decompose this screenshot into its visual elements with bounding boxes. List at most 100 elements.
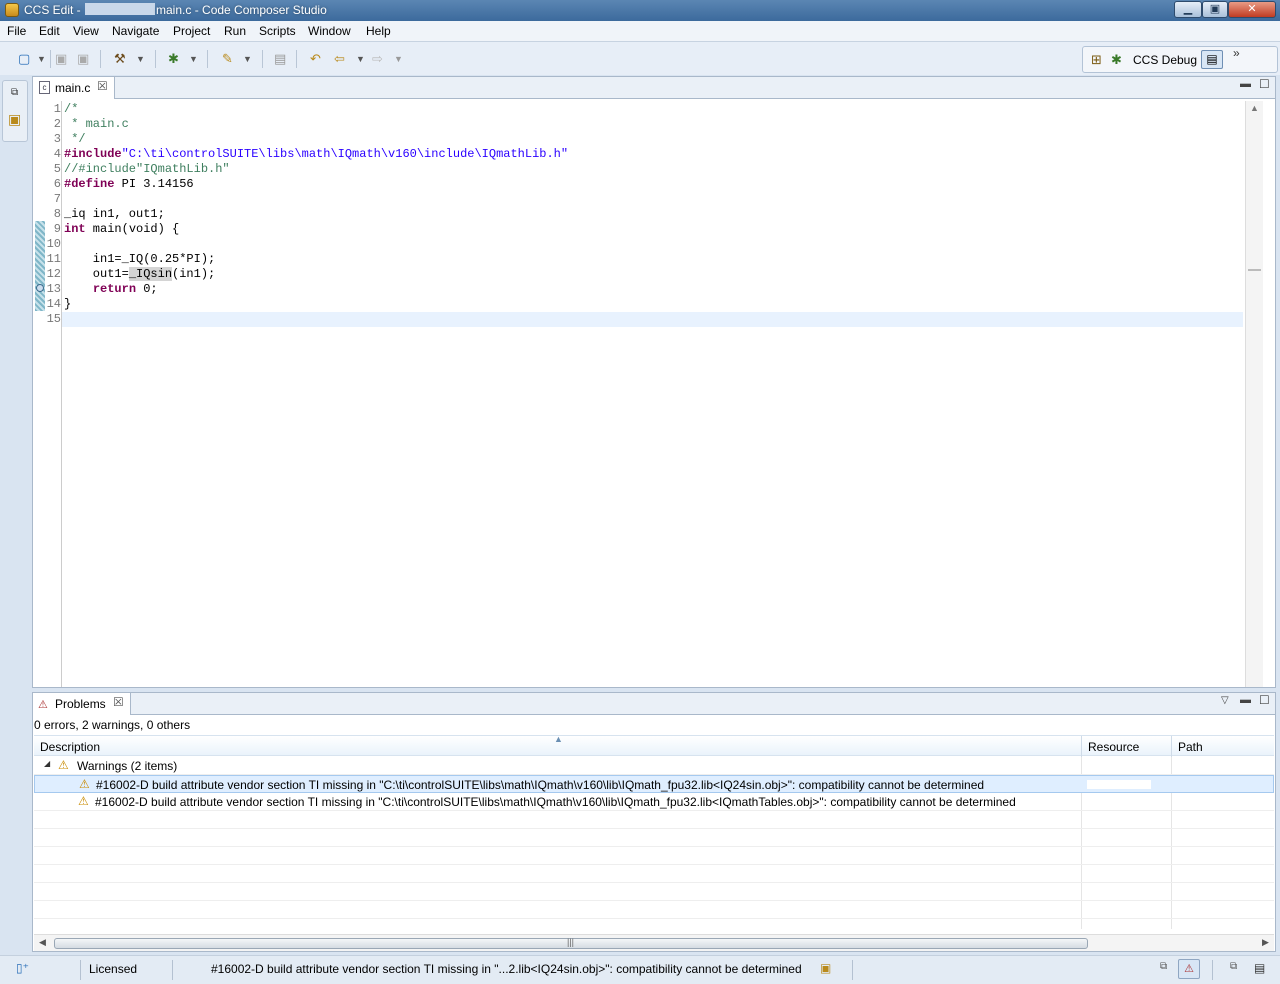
view-menu-icon[interactable]: ▽ bbox=[1221, 695, 1229, 706]
menu-scripts[interactable]: Scripts bbox=[259, 24, 296, 38]
column-divider[interactable] bbox=[1171, 736, 1172, 757]
restore-view-icon[interactable]: ⧉ bbox=[1160, 961, 1167, 972]
toggle-icon[interactable]: ▤ bbox=[274, 50, 286, 68]
code-token: out1= bbox=[64, 267, 129, 281]
problems-fast-view-icon[interactable]: ⚠ bbox=[1178, 959, 1200, 979]
problem-row[interactable]: ⚠ #16002-D build attribute vendor sectio… bbox=[34, 793, 1274, 811]
close-tab-icon[interactable]: ☒ bbox=[113, 695, 124, 709]
code-token: 0; bbox=[136, 282, 158, 296]
line-number: 15 bbox=[46, 312, 61, 326]
tab-problems[interactable]: ⚠ Problems ☒ bbox=[33, 693, 131, 715]
menu-project[interactable]: Project bbox=[173, 24, 210, 38]
toolbar-separator bbox=[207, 50, 208, 68]
collapse-triangle-icon[interactable]: ◢ bbox=[44, 759, 50, 768]
code-token: PI 3.14156 bbox=[114, 177, 194, 191]
forward-arrow-icon[interactable]: ⇨ bbox=[372, 50, 383, 68]
column-description[interactable]: Description bbox=[40, 740, 100, 754]
ccs-edit-perspective-icon[interactable]: ▤ bbox=[1201, 50, 1223, 69]
line-number-gutter: 1 2 3 4 5 6 7 8 9 10 11 12 13 14 15 bbox=[45, 101, 62, 687]
project-explorer-icon[interactable]: ▣ bbox=[8, 111, 21, 128]
more-perspectives-icon[interactable]: » bbox=[1233, 46, 1240, 60]
minimize-view-icon[interactable]: ▬ bbox=[1240, 694, 1251, 706]
last-edit-location-icon[interactable]: ↶ bbox=[310, 50, 321, 68]
ccs-debug-perspective[interactable]: CCS Debug bbox=[1133, 53, 1197, 67]
forward-dropdown-icon[interactable]: ▼ bbox=[394, 50, 403, 68]
close-tab-icon[interactable]: ☒ bbox=[97, 79, 108, 93]
code-line: /* bbox=[64, 102, 78, 117]
debug-dropdown-icon[interactable]: ▼ bbox=[189, 50, 198, 68]
build-hammer-icon[interactable]: ⚒ bbox=[114, 50, 126, 68]
scroll-left-icon[interactable]: ◀ bbox=[39, 937, 46, 948]
new-dropdown-icon[interactable]: ▼ bbox=[37, 50, 46, 68]
problems-status-icon[interactable]: ▣ bbox=[820, 961, 831, 975]
code-token: main(void) { bbox=[85, 222, 180, 236]
scroll-right-icon[interactable]: ▶ bbox=[1262, 937, 1269, 948]
warning-icon: ⚠ bbox=[79, 777, 90, 791]
problems-icon: ⚠ bbox=[38, 699, 48, 711]
ccs-app-icon[interactable] bbox=[5, 3, 19, 17]
flash-tool-icon[interactable]: ✎ bbox=[222, 50, 233, 68]
line-number: 5 bbox=[53, 162, 61, 176]
problems-table-header: ▲ Description Resource Path bbox=[34, 734, 1274, 757]
empty-row bbox=[34, 865, 1274, 883]
build-dropdown-icon[interactable]: ▼ bbox=[136, 50, 145, 68]
maximize-button[interactable]: ▣ bbox=[1202, 1, 1228, 18]
scroll-thumb[interactable] bbox=[1248, 269, 1261, 271]
menu-file[interactable]: File bbox=[7, 24, 26, 38]
flash-dropdown-icon[interactable]: ▼ bbox=[243, 50, 252, 68]
close-button[interactable]: ✕ bbox=[1228, 1, 1276, 18]
empty-row bbox=[34, 883, 1274, 901]
maximize-editor-icon[interactable]: ☐ bbox=[1259, 77, 1270, 91]
column-resource[interactable]: Resource bbox=[1088, 740, 1139, 754]
warnings-group-row[interactable]: ◢ ⚠ Warnings (2 items) bbox=[34, 757, 1274, 775]
code-token: int bbox=[64, 222, 86, 236]
fast-view-icon[interactable]: ▯⁺ bbox=[16, 961, 29, 975]
debug-bug-icon[interactable]: ✱ bbox=[168, 50, 179, 68]
column-path[interactable]: Path bbox=[1178, 740, 1203, 754]
editor-tab-bar: c main.c ☒ ▬ ☐ bbox=[33, 77, 1275, 99]
problems-horizontal-scrollbar[interactable]: ◀ ||| ▶ bbox=[34, 934, 1274, 951]
save-icon[interactable]: ▣ bbox=[55, 50, 67, 68]
title-bar: CCS Edit - main.c - Code Composer Studio… bbox=[0, 0, 1280, 21]
toolbar-separator bbox=[50, 50, 51, 68]
back-arrow-icon[interactable]: ⇦ bbox=[334, 50, 345, 68]
column-divider[interactable] bbox=[1081, 736, 1082, 757]
back-dropdown-icon[interactable]: ▼ bbox=[356, 50, 365, 68]
maximize-view-icon[interactable]: ☐ bbox=[1259, 693, 1270, 707]
menu-view[interactable]: View bbox=[73, 24, 99, 38]
menu-window[interactable]: Window bbox=[308, 24, 351, 38]
minimize-button[interactable]: ▁ bbox=[1174, 1, 1202, 18]
save-all-icon[interactable]: ▣ bbox=[77, 50, 89, 68]
problem-description: #16002-D build attribute vendor section … bbox=[96, 778, 985, 792]
problem-description: #16002-D build attribute vendor section … bbox=[95, 795, 1016, 809]
code-line: in1=_IQ(0.25*PI); bbox=[64, 252, 215, 267]
open-perspective-icon[interactable]: ⊞ bbox=[1091, 52, 1102, 68]
code-area[interactable]: 1 2 3 4 5 6 7 8 9 10 11 12 13 14 15 /* * main.c */#inc… bbox=[33, 101, 1245, 687]
scroll-thumb[interactable]: ||| bbox=[54, 937, 1088, 949]
code-token: _iq in1, out1; bbox=[64, 207, 165, 221]
editor-vertical-scrollbar[interactable]: ▲ bbox=[1245, 101, 1263, 687]
code-line: //#include"IQmathLib.h" bbox=[64, 162, 230, 177]
menu-run[interactable]: Run bbox=[224, 24, 246, 38]
menu-navigate[interactable]: Navigate bbox=[112, 24, 159, 38]
problem-row[interactable]: ⚠ #16002-D build attribute vendor sectio… bbox=[34, 775, 1274, 793]
scroll-up-icon[interactable]: ▲ bbox=[1250, 103, 1259, 113]
line-number: 11 bbox=[46, 252, 61, 266]
minimize-editor-icon[interactable]: ▬ bbox=[1240, 78, 1251, 90]
code-line: out1=_IQsin(in1); bbox=[64, 267, 215, 282]
breakpoint-marker[interactable] bbox=[36, 284, 44, 292]
restore-icon[interactable]: ⧉ bbox=[11, 87, 18, 98]
line-number: 10 bbox=[46, 237, 61, 251]
warning-icon: ⚠ bbox=[58, 758, 69, 772]
menu-edit[interactable]: Edit bbox=[39, 24, 60, 38]
console-icon[interactable]: ▤ bbox=[1254, 961, 1265, 975]
tab-main-c[interactable]: c main.c ☒ bbox=[33, 77, 115, 99]
new-icon[interactable]: ▢ bbox=[18, 50, 30, 68]
restore-console-icon[interactable]: ⧉ bbox=[1230, 961, 1237, 972]
redacted-resource bbox=[1087, 780, 1151, 789]
code-token: //#include"IQmathLib.h" bbox=[64, 162, 230, 176]
menu-help[interactable]: Help bbox=[366, 24, 391, 38]
status-separator bbox=[80, 960, 81, 980]
main-toolbar: ▢ ▼ ▣ ▣ ⚒ ▼ ✱ ▼ ✎ ▼ ▤ ↶ ⇦ ▼ ⇨ ▼ ⊞ ✱ CCS … bbox=[0, 42, 1280, 75]
code-line: } bbox=[64, 297, 71, 312]
